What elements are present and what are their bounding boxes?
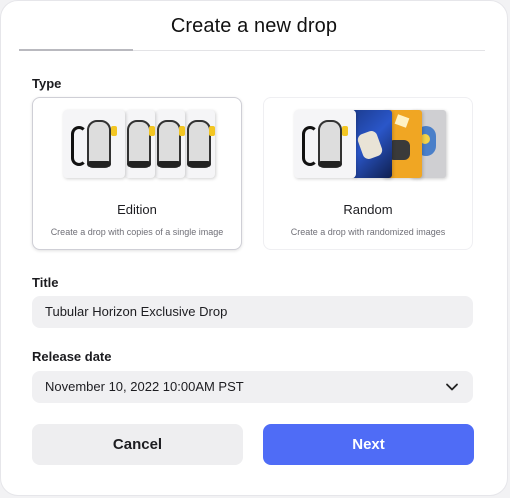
type-label: Type [32,76,62,91]
cancel-button[interactable]: Cancel [32,424,243,465]
release-date-select[interactable]: November 10, 2022 10:00AM PST [32,371,473,403]
next-button[interactable]: Next [263,424,474,465]
random-preview-image [264,110,472,180]
create-drop-dialog: Create a new drop Type Edition Create a … [0,0,508,496]
sneaker-image-copy [125,110,155,178]
sneaker-image-copy [185,110,215,178]
title-input[interactable]: Tubular Horizon Exclusive Drop [32,296,473,328]
option-title: Edition [117,202,157,217]
sneaker-image-copy [155,110,185,178]
release-date-value: November 10, 2022 10:00AM PST [45,379,244,394]
dialog-title: Create a new drop [170,15,338,37]
release-date-label: Release date [32,349,112,364]
sneaker-image [63,110,125,178]
option-description: Create a drop with copies of a single im… [50,227,224,237]
sneaker-image [294,110,356,178]
progress-indicator [19,49,133,51]
option-description: Create a drop with randomized images [290,227,446,237]
edition-preview-image [33,110,241,180]
option-title: Random [343,202,393,217]
chevron-down-icon [446,383,458,391]
type-option-random[interactable]: Random Create a drop with randomized ima… [263,97,473,250]
photo-tile [352,110,392,178]
title-label: Title [32,275,59,290]
type-option-edition[interactable]: Edition Create a drop with copies of a s… [32,97,242,250]
